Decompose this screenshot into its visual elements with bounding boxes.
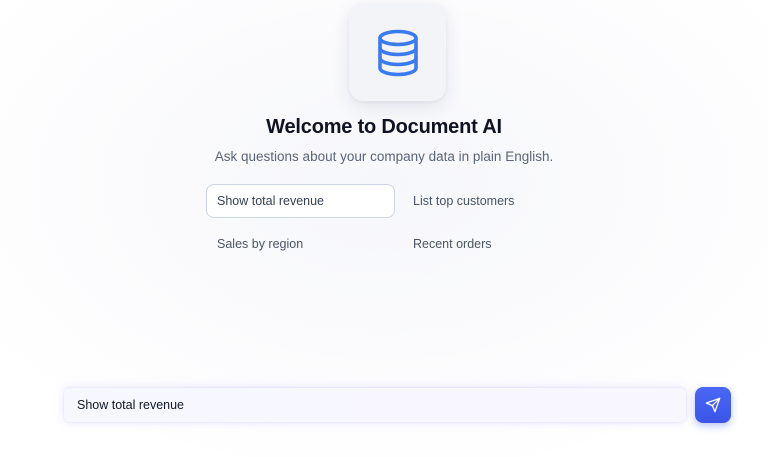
send-icon <box>705 397 721 413</box>
send-button[interactable] <box>695 387 731 423</box>
suggestion-list-top-customers[interactable]: List top customers <box>402 184 591 218</box>
suggestion-label: Recent orders <box>413 237 492 251</box>
page-subtitle: Ask questions about your company data in… <box>214 149 554 164</box>
suggestion-sales-by-region[interactable]: Sales by region <box>206 227 395 261</box>
suggestion-label: Show total revenue <box>217 194 325 208</box>
hero-icon-tile <box>349 4 446 101</box>
suggestion-label: Sales by region <box>217 237 304 251</box>
suggestion-show-total-revenue[interactable]: Show total revenue <box>206 184 395 218</box>
suggestion-recent-orders[interactable]: Recent orders <box>402 227 591 261</box>
suggestion-label: List top customers <box>413 194 515 208</box>
page-title: Welcome to Document AI <box>266 116 502 138</box>
chat-input[interactable] <box>64 388 686 422</box>
database-icon <box>377 29 418 76</box>
